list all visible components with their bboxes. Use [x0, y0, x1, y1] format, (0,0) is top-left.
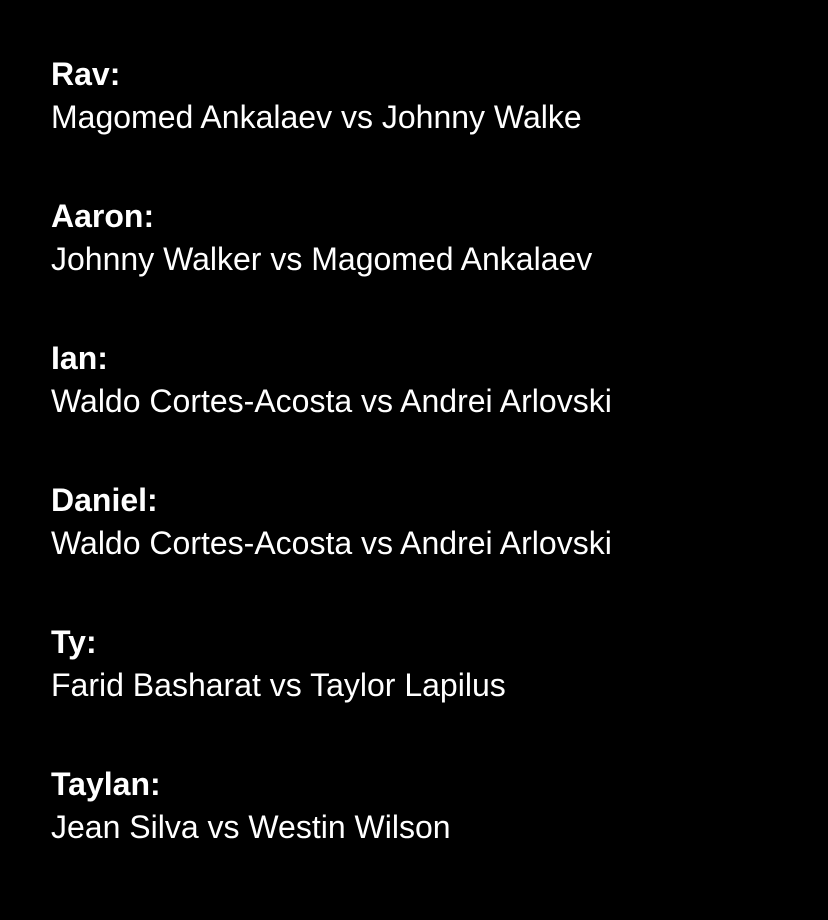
pick-entry-daniel: Daniel: Waldo Cortes-Acosta vs Andrei Ar… [51, 480, 811, 622]
pick-entry-ty: Ty: Farid Basharat vs Taylor Lapilus [51, 622, 811, 764]
picker-name: Aaron: [51, 198, 155, 234]
pick-entry-rav: Rav: Magomed Ankalaev vs Johnny Walke [51, 54, 811, 196]
matchup-text: Jean Silva vs Westin Wilson [51, 809, 451, 845]
picker-name: Ian: [51, 340, 108, 376]
picker-name: Daniel: [51, 482, 158, 518]
picker-name: Rav: [51, 56, 121, 92]
picker-name: Taylan: [51, 766, 161, 802]
pick-entry-taylan: Taylan: Jean Silva vs Westin Wilson [51, 764, 811, 906]
picks-list: Rav: Magomed Ankalaev vs Johnny Walke Aa… [51, 54, 811, 906]
pick-entry-aaron: Aaron: Johnny Walker vs Magomed Ankalaev [51, 196, 811, 338]
matchup-text: Waldo Cortes-Acosta vs Andrei Arlovski [51, 383, 612, 419]
pick-entry-ian: Ian: Waldo Cortes-Acosta vs Andrei Arlov… [51, 338, 811, 480]
matchup-text: Waldo Cortes-Acosta vs Andrei Arlovski [51, 525, 612, 561]
picker-name: Ty: [51, 624, 97, 660]
matchup-text: Farid Basharat vs Taylor Lapilus [51, 667, 506, 703]
matchup-text: Magomed Ankalaev vs Johnny Walke [51, 99, 582, 135]
matchup-text: Johnny Walker vs Magomed Ankalaev [51, 241, 593, 277]
